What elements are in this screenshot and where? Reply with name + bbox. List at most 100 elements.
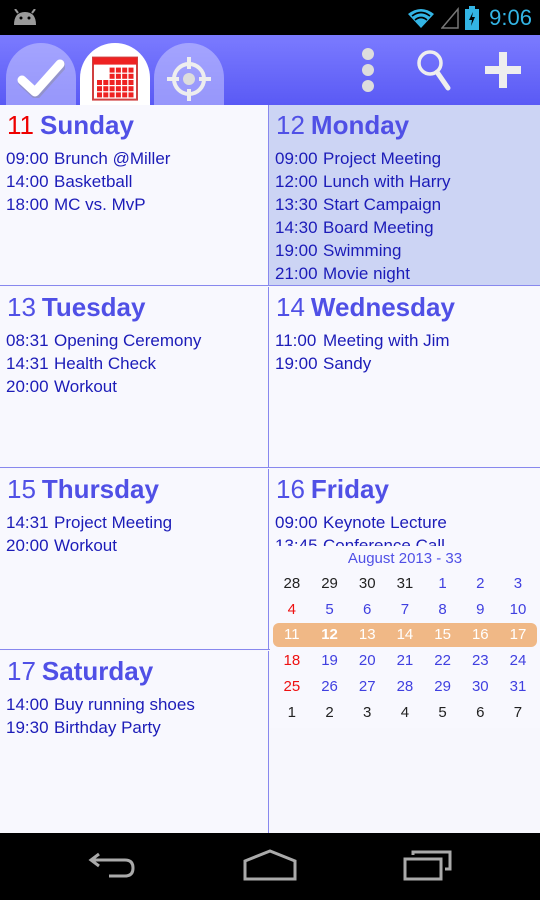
event-item[interactable]: 12:00 Lunch with Harry (275, 170, 451, 193)
mini-calendar-day[interactable]: 3 (499, 572, 537, 596)
event-item[interactable]: 21:00 Movie night (275, 262, 451, 285)
event-item[interactable]: 09:00 Keynote Lecture (275, 511, 474, 534)
day-header: 12 Monday (276, 110, 409, 141)
event-item[interactable]: 14:31 Health Check (6, 352, 201, 375)
day-number: 13 (7, 292, 36, 322)
event-time: 14:31 (6, 354, 49, 373)
event-item[interactable]: 20:00 Workout (6, 375, 201, 398)
mini-calendar-day[interactable]: 10 (499, 598, 537, 622)
mini-calendar-day[interactable]: 1 (273, 701, 311, 725)
event-item[interactable]: 19:30 Birthday Party (6, 716, 195, 739)
mini-calendar-day[interactable]: 7 (386, 598, 424, 622)
event-item[interactable]: 19:00 Sandy (275, 352, 450, 375)
mini-calendar-day[interactable]: 6 (348, 598, 386, 622)
event-item[interactable]: 19:00 Swimming (275, 239, 451, 262)
mini-calendar-day[interactable]: 15 (424, 623, 462, 647)
mini-calendar-day[interactable]: 27 (348, 675, 386, 699)
mini-calendar-day[interactable]: 22 (424, 649, 462, 673)
event-item[interactable]: 18:00 MC vs. MvP (6, 193, 170, 216)
event-item[interactable]: 14:00 Buy running shoes (6, 693, 195, 716)
day-cell-thursday[interactable]: 15 Thursday 14:31 Project Meeting 20:00 Worko… (0, 469, 269, 650)
add-button[interactable] (478, 45, 528, 95)
mini-calendar-day[interactable]: 16 (461, 623, 499, 647)
event-item[interactable]: 08:31 Opening Ceremony (6, 329, 201, 352)
crosshair-icon (167, 57, 211, 101)
mini-calendar-day[interactable]: 23 (461, 649, 499, 673)
event-item[interactable]: 20:00 Workout (6, 534, 172, 557)
navigation-bar (0, 833, 540, 900)
mini-calendar-day[interactable]: 13 (348, 623, 386, 647)
mini-calendar-day[interactable]: 14 (386, 623, 424, 647)
mini-calendar-day[interactable]: 4 (386, 701, 424, 725)
mini-calendar-week[interactable]: 4 5 6 7 8 9 10 (273, 598, 537, 622)
tab-locate[interactable] (154, 43, 224, 105)
day-name: Sunday (40, 110, 134, 140)
tab-calendar[interactable] (80, 43, 150, 105)
overflow-menu-button[interactable] (343, 45, 393, 95)
mini-calendar-day[interactable]: 19 (311, 649, 349, 673)
mini-calendar-week[interactable]: 18 19 20 21 22 23 24 (273, 649, 537, 673)
event-item[interactable]: 14:00 Basketball (6, 170, 170, 193)
mini-calendar-day[interactable]: 30 (461, 675, 499, 699)
mini-calendar-day[interactable]: 29 (424, 675, 462, 699)
day-cell-wednesday[interactable]: 14 Wednesday 11:00 Meeting with Jim 19:00 San… (269, 287, 540, 468)
mini-calendar-day[interactable]: 4 (273, 598, 311, 622)
mini-calendar-week[interactable]: 1234567 (273, 701, 537, 725)
mini-calendar-day[interactable]: 9 (461, 598, 499, 622)
day-cell-tuesday[interactable]: 13 Tuesday 08:31 Opening Ceremony 14:31 Healt… (0, 287, 269, 468)
mini-calendar-day[interactable]: 28 (386, 675, 424, 699)
event-item[interactable]: 09:00 Brunch @Miller (6, 147, 170, 170)
mini-calendar-title[interactable]: August 2013 - 33 (270, 550, 540, 567)
day-cell-sunday[interactable]: 11 Sunday 09:00 Brunch @Miller 14:00 Basketba… (0, 105, 269, 286)
checkmark-icon (17, 59, 65, 98)
event-list: 09:00 Project Meeting 12:00 Lunch with Harr… (275, 147, 451, 285)
clock: 9:06 (489, 5, 532, 30)
event-time: 09:00 (6, 149, 49, 168)
mini-calendar-day[interactable]: 29 (311, 572, 349, 596)
day-name: Friday (310, 474, 389, 504)
mini-calendar-day[interactable]: 18 (273, 649, 311, 673)
event-item[interactable]: 09:00 Project Meeting (275, 147, 451, 170)
event-item[interactable]: 14:30 Board Meeting (275, 216, 451, 239)
event-time: 21:00 (275, 264, 318, 283)
mini-calendar-day[interactable]: 6 (461, 701, 499, 725)
mini-calendar-day[interactable]: 2 (311, 701, 349, 725)
event-list: 11:00 Meeting with Jim 19:00 Sandy (275, 329, 450, 375)
tab-tasks[interactable] (6, 43, 76, 105)
mini-calendar-day[interactable]: 2 (461, 572, 499, 596)
event-time: 19:00 (275, 241, 318, 260)
mini-calendar-day[interactable]: 28 (273, 572, 311, 596)
mini-calendar-day[interactable]: 8 (424, 598, 462, 622)
search-button[interactable] (410, 45, 460, 95)
mini-calendar-day[interactable]: 25 (273, 675, 311, 699)
event-item[interactable]: 14:31 Project Meeting (6, 511, 172, 534)
event-item[interactable]: 11:00 Meeting with Jim (275, 329, 450, 352)
mini-calendar-day[interactable]: 11 (273, 623, 311, 647)
event-title: Meeting with Jim (323, 331, 450, 350)
day-cell-saturday[interactable]: 17 Saturday 14:00 Buy running shoes 19:30 Bir… (0, 651, 269, 833)
mini-calendar-week[interactable]: 28 29 30 31 1 2 3 (273, 572, 537, 596)
mini-calendar-day[interactable]: 1 (424, 572, 462, 596)
mini-calendar-day[interactable]: 26 (311, 675, 349, 699)
mini-calendar-day[interactable]: 7 (499, 701, 537, 725)
mini-calendar-day[interactable]: 17 (499, 623, 537, 647)
back-button[interactable] (82, 845, 142, 885)
mini-calendar-day[interactable]: 3 (348, 701, 386, 725)
mini-calendar-day[interactable]: 5 (424, 701, 462, 725)
mini-calendar-day[interactable]: 21 (386, 649, 424, 673)
mini-calendar-current-week[interactable]: 11 12 13 14 15 16 17 (273, 623, 537, 648)
event-time: 14:30 (275, 218, 318, 237)
event-item[interactable]: 13:30 Start Campaign (275, 193, 451, 216)
mini-calendar-day[interactable]: 20 (348, 649, 386, 673)
mini-calendar-day[interactable]: 30 (348, 572, 386, 596)
mini-calendar-week[interactable]: 25 26 27 28 29 30 31 (273, 675, 537, 699)
mini-calendar-day[interactable]: 24 (499, 649, 537, 673)
home-button[interactable] (240, 845, 300, 885)
recent-apps-button[interactable] (398, 845, 458, 885)
mini-calendar-day[interactable]: 12 (311, 623, 349, 647)
event-title: Sandy (323, 354, 372, 373)
mini-calendar-day[interactable]: 31 (499, 675, 537, 699)
day-cell-monday[interactable]: 12 Monday 09:00 Project Meeting 12:00 Lunch w… (269, 105, 540, 286)
mini-calendar-day[interactable]: 5 (311, 598, 349, 622)
mini-calendar-day[interactable]: 31 (386, 572, 424, 596)
